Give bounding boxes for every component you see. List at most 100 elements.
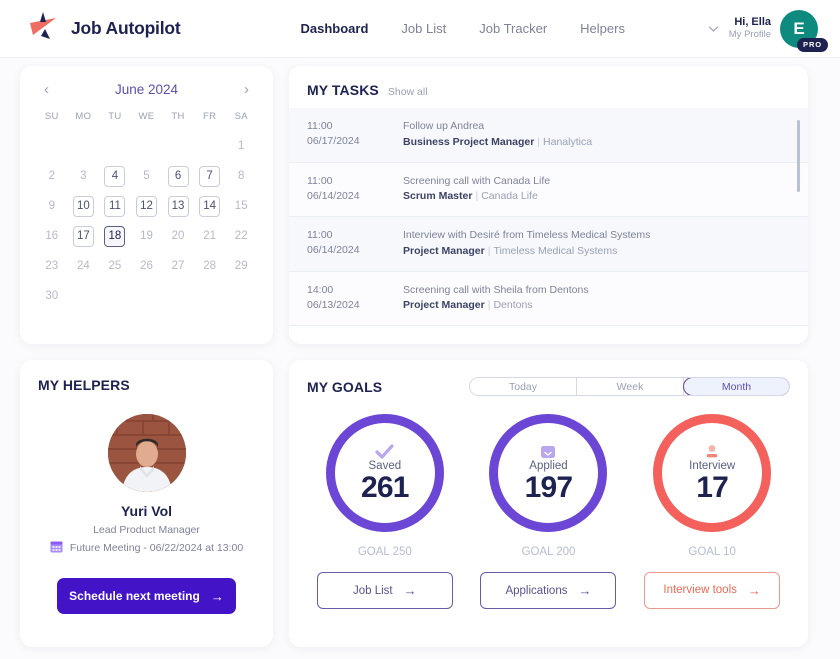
- calendar-day-3[interactable]: 3: [73, 166, 94, 187]
- helper-meeting: Future Meeting - 06/22/2024 at 13:00: [50, 540, 243, 556]
- segment-month[interactable]: Month: [683, 378, 789, 395]
- task-company: Canada Life: [481, 190, 538, 203]
- dashboard-grid: ‹ June 2024 › SU MO TU WE TH FR SA 1 2 3 4 5 6 7 8 9 10…: [0, 58, 840, 647]
- person-icon: [704, 442, 720, 459]
- tasks-header: MY TASKS Show all: [289, 66, 808, 108]
- calendar-cell: 26: [131, 254, 163, 278]
- calendar-day-10[interactable]: 10: [72, 195, 94, 217]
- helper-portrait: [107, 414, 186, 492]
- task-date: 06/14/2024: [307, 244, 360, 257]
- calendar-day-26[interactable]: 26: [136, 256, 157, 277]
- tasks-scrollbar-thumb[interactable]: [797, 120, 800, 192]
- calendar-day-13[interactable]: 13: [167, 195, 189, 217]
- calendar-day-21[interactable]: 21: [199, 226, 220, 247]
- calendar-icon: [50, 540, 63, 556]
- calendar-day-30[interactable]: 30: [41, 286, 62, 307]
- calendar-cell: 4: [99, 164, 131, 188]
- chevron-right-icon[interactable]: ›: [240, 82, 253, 97]
- tasks-list[interactable]: 11:00 06/17/2024 Follow up Andrea Business …: [289, 108, 808, 326]
- schedule-next-meeting-button[interactable]: Schedule next meeting →: [57, 578, 236, 614]
- calendar-cell: 27: [162, 254, 194, 278]
- ring-goal-saved: GOAL 250: [357, 546, 412, 558]
- helper-name: Yuri Vol: [120, 503, 173, 519]
- ring-value-interview: 17: [696, 470, 729, 504]
- task-date: 06/17/2024: [307, 135, 360, 148]
- calendar-day-22[interactable]: 22: [231, 226, 252, 247]
- calendar-day-24[interactable]: 24: [73, 256, 94, 277]
- arrow-right-icon: →: [210, 588, 224, 604]
- task-time: 11:00: [307, 229, 333, 241]
- task-title: Screening call with Sheila from Dentons: [403, 283, 589, 296]
- calendar-cell: 3: [68, 164, 100, 188]
- ring-value-saved: 261: [361, 470, 409, 504]
- calendar-day-15[interactable]: 15: [231, 196, 252, 217]
- calendar-day-20[interactable]: 20: [168, 226, 189, 247]
- calendar-day-28[interactable]: 28: [199, 256, 220, 277]
- calendar-cell: 6: [162, 164, 194, 188]
- job-list-button-label: Job List: [353, 584, 393, 597]
- calendar-day-9[interactable]: 9: [41, 196, 62, 217]
- calendar-cell: 11: [99, 194, 131, 218]
- task-title: Follow up Andrea: [403, 120, 485, 132]
- calendar-day-4[interactable]: 4: [104, 165, 126, 187]
- task-row[interactable]: 14:00 06/13/2024 Screening call with Sheil…: [289, 271, 808, 326]
- helper-meeting-text: Future Meeting - 06/22/2024 at 13:00: [69, 542, 244, 554]
- calendar-day-12[interactable]: 12: [135, 195, 157, 217]
- segment-today[interactable]: Today: [470, 378, 577, 395]
- job-list-button[interactable]: Job List →: [316, 572, 453, 609]
- calendar-day-14[interactable]: 14: [199, 195, 221, 217]
- nav-item-job-tracker[interactable]: Job Tracker: [479, 21, 547, 36]
- calendar-day-19[interactable]: 19: [136, 226, 157, 247]
- calendar-day-23[interactable]: 23: [41, 256, 62, 277]
- task-row[interactable]: 11:00 06/14/2024 Screening call with Canad…: [289, 162, 808, 217]
- calendar-day-6[interactable]: 6: [167, 165, 189, 187]
- chevron-left-icon[interactable]: ‹: [40, 82, 53, 97]
- ring-goal-applied: GOAL 200: [521, 546, 576, 558]
- brand[interactable]: Job Autopilot: [26, 9, 181, 48]
- calendar-weekday: SU: [44, 111, 59, 122]
- calendar-cell: 2: [36, 164, 68, 188]
- tasks-scrollbar[interactable]: [797, 116, 804, 318]
- calendar-day-18[interactable]: 18: [104, 225, 126, 247]
- calendar-cell: 22: [225, 224, 257, 248]
- calendar-cell: 28: [194, 254, 226, 278]
- profile-menu[interactable]: Hi, Ella My Profile E PRO: [707, 9, 828, 52]
- task-company: Hanalytica: [543, 135, 593, 148]
- calendar-cell: 8: [225, 164, 257, 188]
- nav-item-dashboard[interactable]: Dashboard: [301, 21, 369, 36]
- avatar-wrap[interactable]: E PRO: [780, 9, 828, 52]
- profile-greeting: Hi, Ella: [734, 15, 771, 28]
- calendar-weekday: WE: [138, 111, 155, 122]
- task-row[interactable]: 11:00 06/14/2024 Interview with Desiré fro…: [289, 217, 808, 272]
- nav-item-job-list[interactable]: Job List: [401, 21, 446, 36]
- nav-item-helpers[interactable]: Helpers: [580, 21, 625, 36]
- calendar-weekday-row: SU MO TU WE TH FR SA: [36, 111, 257, 134]
- calendar-day-grid: 1 2 3 4 5 6 7 8 9 10 11 12 13 14 15 16 17 18 19 20 21 22 23 24 2…: [36, 134, 257, 308]
- goal-action-buttons: Job List → Applications → Interview tool…: [289, 558, 808, 609]
- helpers-title: MY HELPERS: [38, 377, 130, 393]
- calendar-day-1[interactable]: 1: [231, 136, 252, 157]
- calendar-day-5[interactable]: 5: [136, 166, 157, 187]
- calendar-day-7[interactable]: 7: [199, 165, 221, 187]
- task-role: Project Manager: [403, 244, 485, 257]
- calendar-day-29[interactable]: 29: [231, 256, 252, 277]
- chevron-down-icon[interactable]: [707, 22, 720, 35]
- applications-button[interactable]: Applications →: [480, 572, 617, 609]
- segment-week[interactable]: Week: [577, 378, 684, 395]
- calendar-day-8[interactable]: 8: [231, 166, 252, 187]
- task-row[interactable]: 11:00 06/17/2024 Follow up Andrea Business …: [289, 108, 808, 163]
- show-all-link[interactable]: Show all: [388, 86, 428, 98]
- app-header: Job Autopilot Dashboard Job List Job Tra…: [0, 0, 840, 58]
- calendar-day-16[interactable]: 16: [41, 226, 62, 247]
- calendar-day-17[interactable]: 17: [72, 225, 94, 247]
- calendar-cell: 13: [162, 194, 194, 218]
- calendar-day-11[interactable]: 11: [104, 195, 126, 217]
- calendar-day-2[interactable]: 2: [41, 166, 62, 187]
- calendar-day-25[interactable]: 25: [104, 256, 125, 277]
- task-role: Business Project Manager: [403, 135, 535, 148]
- interview-tools-button[interactable]: Interview tools →: [644, 572, 781, 609]
- calendar-empty-cell: [99, 134, 131, 158]
- calendar-cell: 17: [68, 224, 100, 248]
- task-title: Screening call with Canada Life: [403, 174, 551, 187]
- calendar-day-27[interactable]: 27: [168, 256, 189, 277]
